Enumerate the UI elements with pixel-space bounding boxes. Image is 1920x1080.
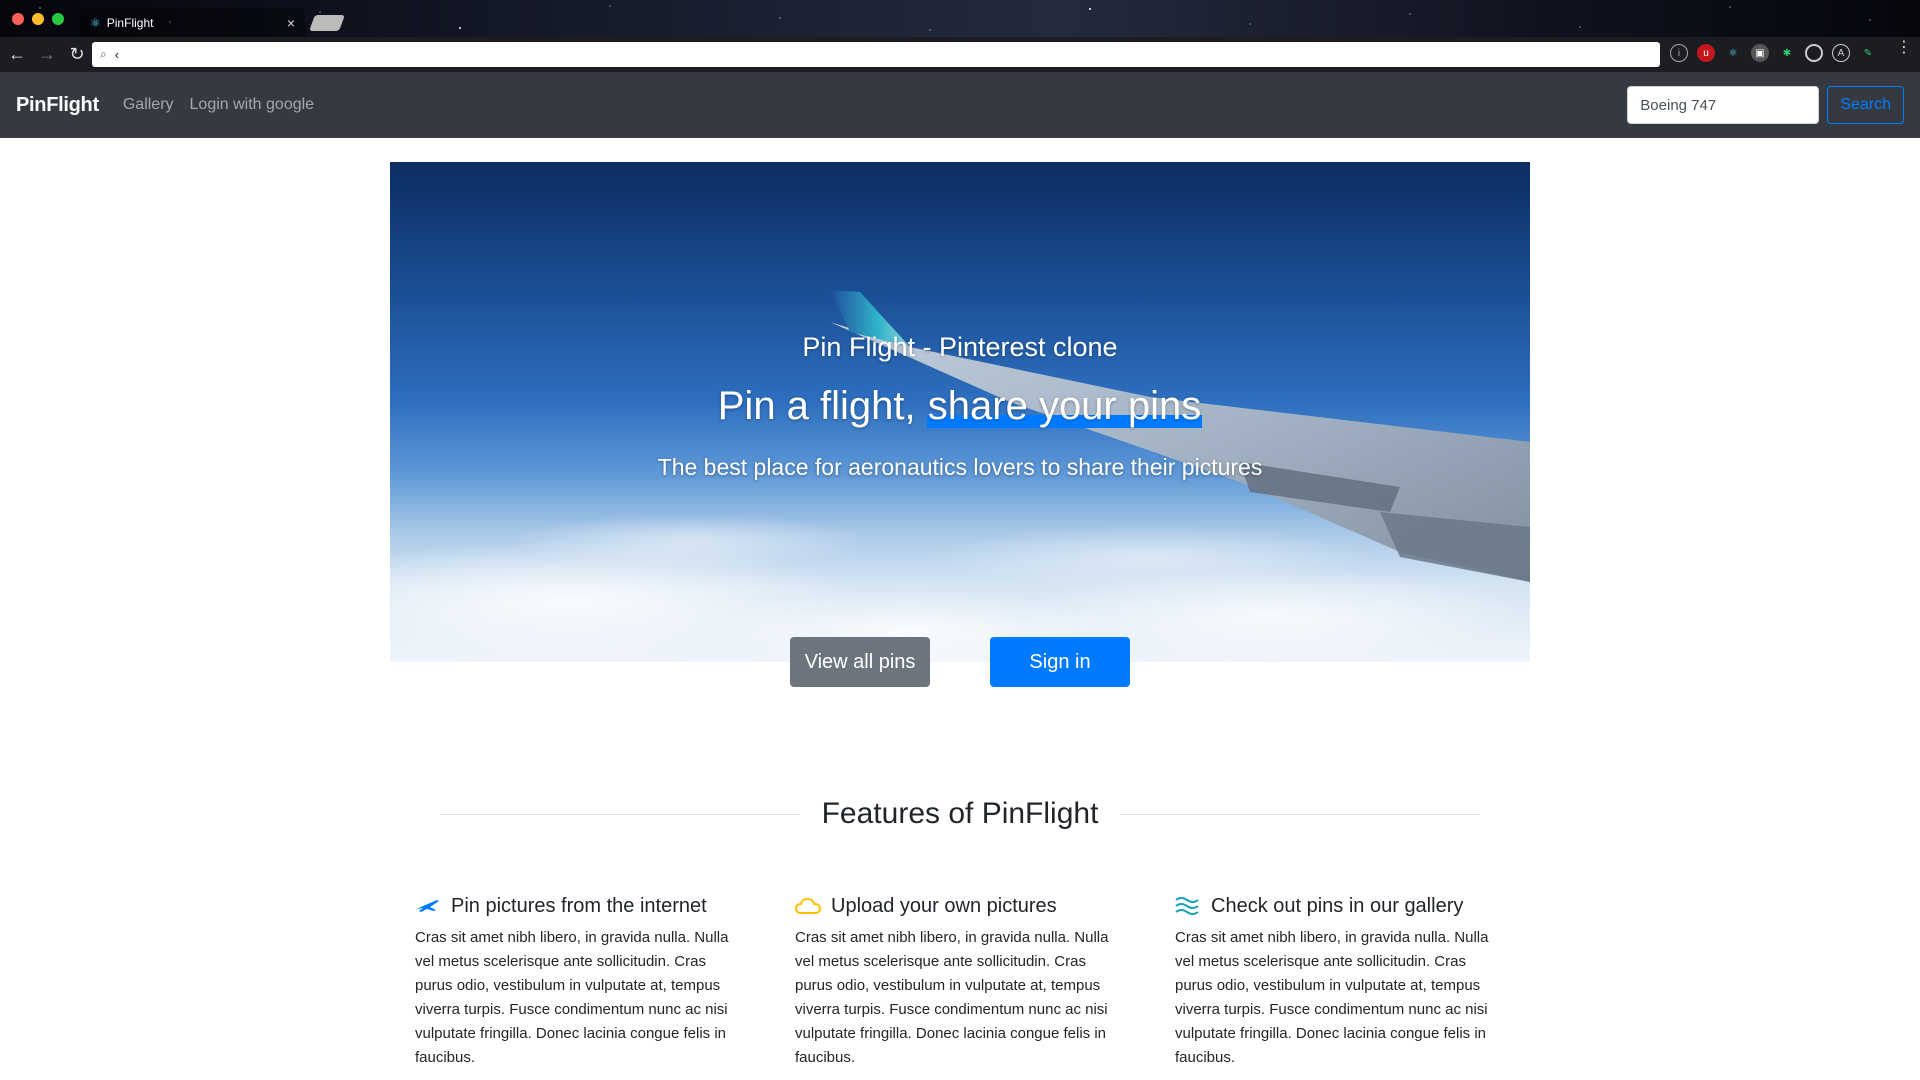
hero-title: Pin a flight, share your pins (390, 384, 1530, 429)
hero-kicker: Pin Flight - Pinterest clone (802, 332, 1118, 362)
feature-check-gallery: Check out pins in our gallery Cras sit a… (1175, 890, 1505, 1070)
target-extension-icon[interactable] (1805, 44, 1823, 62)
hero-title-highlight: share your pins (926, 384, 1203, 428)
info-extension-icon[interactable]: i (1670, 44, 1688, 62)
browser-tab[interactable]: ⚛ PinFlight × (80, 8, 305, 37)
window-close-button[interactable] (12, 13, 24, 25)
pen-extension-icon[interactable]: ✎ (1859, 44, 1877, 62)
sign-in-button[interactable]: Sign in (990, 637, 1130, 687)
feature-upload-own: Upload your own pictures Cras sit amet n… (795, 890, 1125, 1070)
search-input[interactable] (1627, 86, 1820, 124)
waves-icon (1175, 895, 1201, 917)
search-icon: ⌕ (100, 47, 107, 61)
features-heading-row: Features of PinFlight (440, 792, 1481, 836)
search-form: Search (1627, 86, 1904, 124)
ublock-extension-icon[interactable]: u (1697, 44, 1715, 62)
feature-pin-from-internet: Pin pictures from the internet Cras sit … (415, 890, 745, 1070)
hero-subtitle: The best place for aeronautics lovers to… (657, 454, 1263, 480)
address-bar[interactable]: ⌕ ‹ (92, 42, 1660, 67)
tab-close-icon[interactable]: × (287, 15, 295, 31)
hero-title-plain: Pin a flight, (717, 384, 927, 428)
brand-logo[interactable]: PinFlight (16, 94, 99, 117)
nav-link-login-google[interactable]: Login with google (190, 96, 315, 114)
browser-tab-strip: ⚛ PinFlight × (0, 0, 1920, 37)
reload-icon[interactable]: ↻ (64, 42, 90, 68)
feature-body: Cras sit amet nibh libero, in gravida nu… (1175, 929, 1489, 1066)
view-all-pins-button[interactable]: View all pins (790, 637, 930, 687)
window-minimize-button[interactable] (32, 13, 44, 25)
window-maximize-button[interactable] (52, 13, 64, 25)
search-button[interactable]: Search (1827, 86, 1904, 124)
address-text: ‹ (114, 47, 120, 62)
react-devtools-icon[interactable]: ⚛ (1724, 44, 1742, 62)
feature-title: Pin pictures from the internet (451, 894, 707, 917)
nav-link-gallery[interactable]: Gallery (123, 96, 174, 114)
feature-title: Upload your own pictures (831, 894, 1057, 917)
browser-menu-icon[interactable]: ⋮ (1896, 40, 1912, 56)
feature-body: Cras sit amet nibh libero, in gravida nu… (795, 929, 1109, 1066)
new-tab-button[interactable] (309, 15, 345, 31)
puzzle-extension-icon[interactable]: ✱ (1778, 44, 1796, 62)
feature-title: Check out pins in our gallery (1211, 894, 1464, 917)
a-extension-icon[interactable]: A (1832, 44, 1850, 62)
extensions-row: i u ⚛ ▣ ✱ A ✎ (1670, 44, 1877, 62)
hero-banner: Pin Flight - Pinterest clone Pin a fligh… (390, 162, 1530, 662)
browser-toolbar: ← → ↻ ⌕ ‹ i u ⚛ ▣ ✱ A ✎ ⋮ (0, 37, 1920, 72)
react-favicon-icon: ⚛ (90, 15, 101, 30)
divider-right (1120, 813, 1481, 815)
extension-icon[interactable]: ▣ (1751, 44, 1769, 62)
tab-title: PinFlight (106, 15, 154, 30)
forward-icon[interactable]: → (34, 42, 60, 68)
feature-body: Cras sit amet nibh libero, in gravida nu… (415, 929, 729, 1066)
divider-left (440, 813, 800, 815)
back-icon[interactable]: ← (4, 42, 30, 68)
cloud-icon (795, 895, 821, 917)
features-heading: Features of PinFlight (821, 797, 1099, 830)
app-navbar: PinFlight Gallery Login with google Sear… (0, 72, 1920, 138)
airplane-icon (415, 895, 441, 917)
